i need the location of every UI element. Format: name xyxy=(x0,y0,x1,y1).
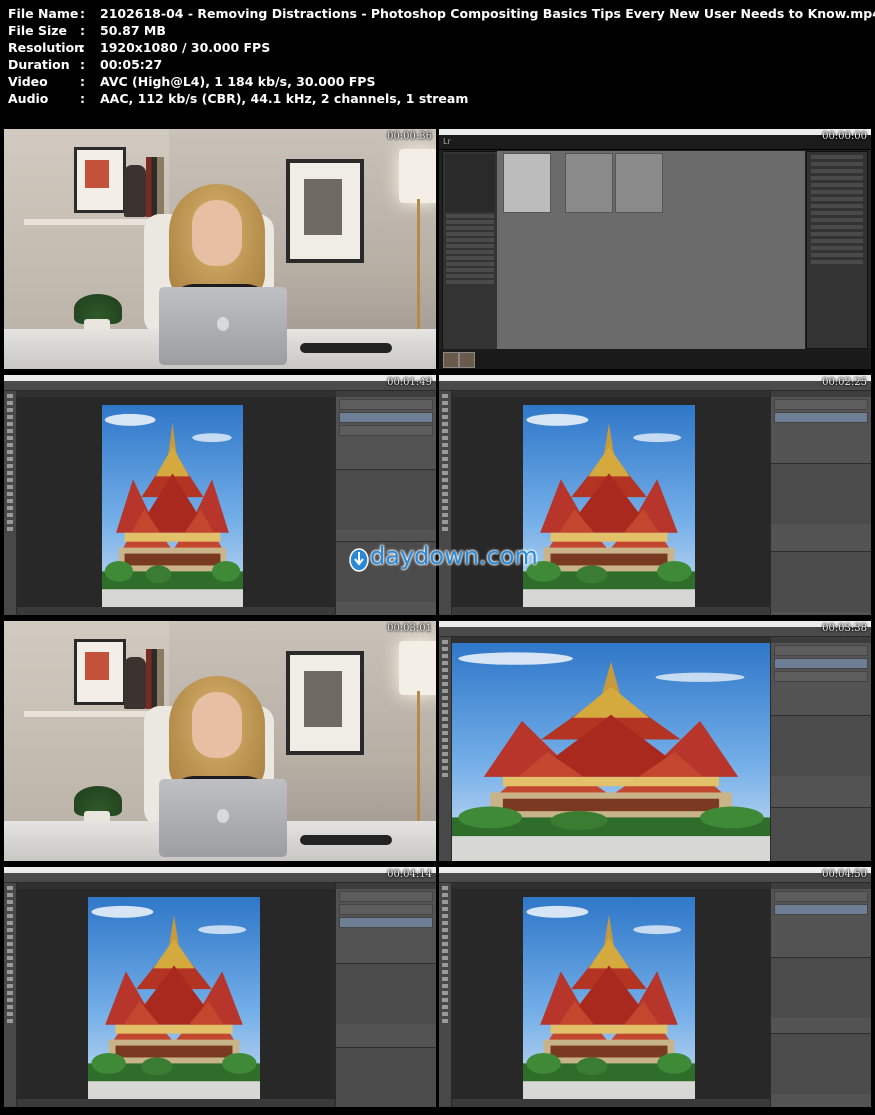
grid-cell[interactable] xyxy=(565,153,613,213)
framed-picture xyxy=(74,639,126,705)
tools-panel xyxy=(439,637,452,861)
temple-photo xyxy=(523,405,695,613)
download-icon xyxy=(349,548,369,572)
grid-cell[interactable] xyxy=(615,153,663,213)
lightroom-window: Lr xyxy=(439,129,871,369)
info-key: Video xyxy=(8,74,48,89)
thumbnail-photoshop: 00:02:25 xyxy=(439,375,871,615)
info-separator: : xyxy=(80,74,85,89)
info-key: Duration xyxy=(8,57,70,72)
temple-photo xyxy=(523,897,695,1105)
info-value: 50.87 MB xyxy=(100,23,166,38)
info-separator: : xyxy=(80,6,85,21)
info-separator: : xyxy=(80,23,85,38)
info-key: Audio xyxy=(8,91,49,106)
studio-scene xyxy=(4,129,436,369)
watermark-text: daydown.com xyxy=(370,542,538,570)
lightroom-logo: Lr xyxy=(443,137,451,146)
info-value: AVC (High@L4), 1 184 kb/s, 30.000 FPS xyxy=(100,74,376,89)
timestamp: 00:02:25 xyxy=(822,377,867,388)
info-key: File Name xyxy=(8,6,79,21)
info-value: AAC, 112 kb/s (CBR), 44.1 kHz, 2 channel… xyxy=(100,91,469,106)
framed-picture xyxy=(286,651,364,755)
layers-panel xyxy=(770,637,871,861)
lightroom-right-panel xyxy=(806,151,868,349)
photoshop-window xyxy=(439,375,871,615)
watermark: daydown.com xyxy=(348,542,538,576)
laptop xyxy=(159,287,287,365)
timestamp: 00:04:14 xyxy=(387,869,432,880)
temple-photo xyxy=(452,643,770,861)
timestamp: 00:03:38 xyxy=(822,623,867,634)
grid-cell[interactable] xyxy=(503,153,551,213)
info-value: 2102618-04 - Removing Distractions - Pho… xyxy=(100,6,875,21)
timestamp: 00:00:36 xyxy=(387,131,432,142)
framed-picture xyxy=(74,147,126,213)
thumbnail-studio: 00:00:36 xyxy=(4,129,436,369)
layers-panel xyxy=(770,883,871,1107)
lamp xyxy=(399,149,436,203)
layers-panel xyxy=(770,391,871,615)
tools-panel xyxy=(439,391,452,615)
photoshop-window xyxy=(4,867,436,1107)
info-value: 00:05:27 xyxy=(100,57,163,72)
timestamp: 00:01:49 xyxy=(387,377,432,388)
timestamp: 00:00:00 xyxy=(822,131,867,142)
photoshop-window xyxy=(4,375,436,615)
thumbnail-photoshop: 00:04:50 xyxy=(439,867,871,1107)
info-separator: : xyxy=(80,57,85,72)
tools-panel xyxy=(439,883,452,1107)
info-separator: : xyxy=(80,40,85,55)
laptop xyxy=(159,779,287,857)
thumbnail-photoshop: 00:01:49 xyxy=(4,375,436,615)
info-separator: : xyxy=(80,91,85,106)
layers-panel xyxy=(335,391,436,615)
filmstrip xyxy=(439,349,871,369)
info-key: File Size xyxy=(8,23,67,38)
lightroom-left-panel xyxy=(442,151,498,357)
info-key: Resolution xyxy=(8,40,84,55)
photoshop-window xyxy=(439,621,871,861)
dog-figurine xyxy=(124,165,146,217)
tools-panel xyxy=(4,391,17,615)
studio-scene xyxy=(4,621,436,861)
dog-figurine xyxy=(124,657,146,709)
timestamp: 00:03:01 xyxy=(387,623,432,634)
lightroom-grid xyxy=(497,151,805,349)
timestamp: 00:04:50 xyxy=(822,869,867,880)
photoshop-window xyxy=(439,867,871,1107)
thumbnail-lightroom: Lr 00:00:00 xyxy=(439,129,871,369)
temple-photo xyxy=(102,405,243,613)
info-value: 1920x1080 / 30.000 FPS xyxy=(100,40,271,55)
tools-panel xyxy=(4,883,17,1107)
layers-panel xyxy=(335,883,436,1107)
framed-picture xyxy=(286,159,364,263)
temple-photo xyxy=(88,897,260,1105)
thumbnail-photoshop-zoom: 00:03:38 xyxy=(439,621,871,861)
thumbnail-studio: 00:03:01 xyxy=(4,621,436,861)
thumbnail-photoshop: 00:04:14 xyxy=(4,867,436,1107)
media-info-header: File Name : 2102618-04 - Removing Distra… xyxy=(0,0,875,118)
lamp xyxy=(399,641,436,695)
